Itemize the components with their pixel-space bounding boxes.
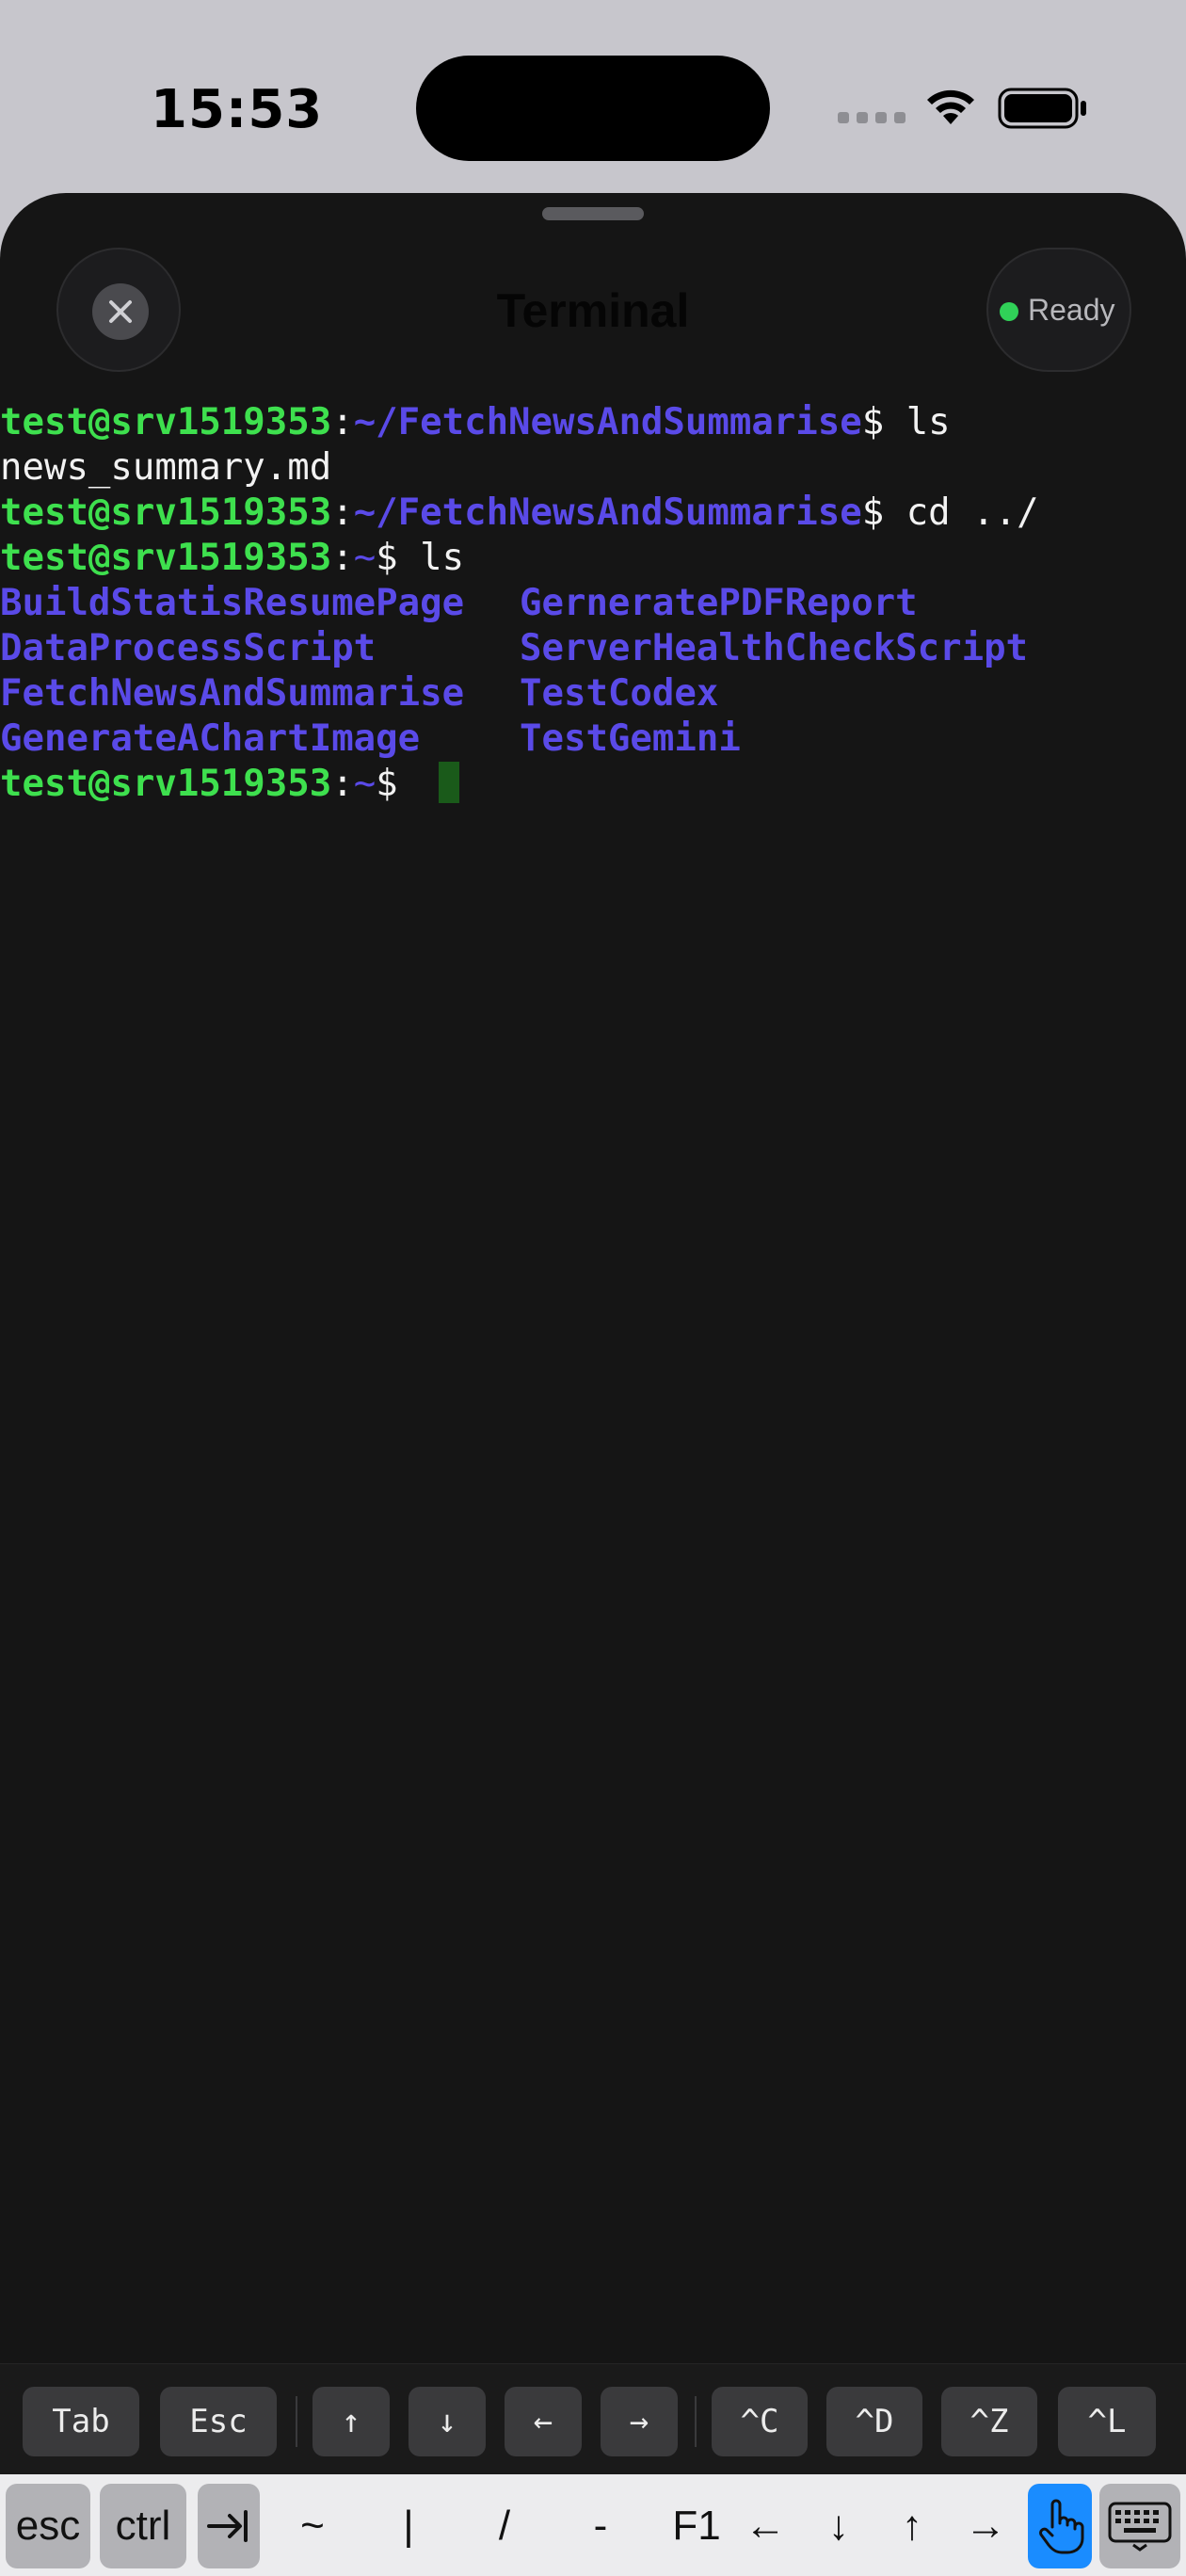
ctrl-z-key[interactable]: ^Z [941,2387,1037,2456]
arrow-down-key[interactable]: ↓ [409,2387,486,2456]
wifi-icon [927,89,974,124]
connection-status-label: Ready [1028,293,1115,327]
terminal-prompt-line: test@srv1519353:~$ [0,762,460,807]
directory-entry: GerneratePDFReport [520,582,918,624]
f1-key[interactable]: F1 [657,2484,736,2568]
clock: 15:53 [151,79,324,140]
esc-key[interactable]: Esc [160,2387,277,2456]
directory-entry: DataProcessScript [0,627,377,669]
key-separator [695,2396,697,2447]
arrow-left-key[interactable]: ← [505,2387,582,2456]
connection-status-badge: Ready [986,248,1131,372]
cellular-signal-icon [838,112,909,125]
directory-entry: BuildStatisResumePage [0,582,465,624]
ctrl-l-key[interactable]: ^L [1058,2387,1156,2456]
tab-key-accessory[interactable] [198,2484,260,2568]
esc-key-accessory[interactable]: esc [6,2484,90,2568]
right-arrow-key[interactable]: → [951,2484,1020,2568]
tilde-key[interactable]: ~ [273,2484,352,2568]
terminal-line: test@srv1519353:~$ ls [0,537,465,579]
arrow-up-key[interactable]: ↑ [313,2387,390,2456]
directory-entry: GenerateAChartImage [0,717,421,760]
down-arrow-key[interactable]: ↓ [804,2484,873,2568]
tab-arrow-icon [207,2510,248,2542]
directory-entry: TestGemini [520,717,741,760]
slash-key[interactable]: / [465,2484,544,2568]
left-arrow-key[interactable]: ← [730,2484,800,2568]
keyboard-icon [1108,2502,1172,2552]
keyboard-accessory-bar: esc ctrl ~ | / - F1 ← ↓ ↑ → [0,2474,1186,2576]
tab-key[interactable]: Tab [23,2387,139,2456]
directory-entry: ServerHealthCheckScript [520,627,1029,669]
touch-mode-button[interactable] [1028,2484,1092,2568]
ctrl-c-key[interactable]: ^C [712,2387,808,2456]
terminal-sheet: Terminal Ready test@srv1519353:~/FetchNe… [0,193,1186,2576]
terminal-cursor [439,762,460,803]
dash-key[interactable]: - [561,2484,640,2568]
extra-keys-bar: Tab Esc ↑ ↓ ← → ^C ^D ^Z ^L [0,2363,1186,2474]
hand-pointer-icon [1039,2499,1084,2554]
battery-icon [998,88,1086,129]
arrow-right-key[interactable]: → [601,2387,678,2456]
directory-entry: TestCodex [520,672,719,715]
key-separator [296,2396,297,2447]
up-arrow-key[interactable]: ↑ [877,2484,947,2568]
directory-entry: FetchNewsAndSummarise [0,672,465,715]
keyboard-toggle-button[interactable] [1099,2484,1180,2568]
terminal-line: test@srv1519353:~/FetchNewsAndSummarise$… [0,491,1039,534]
dynamic-island [416,56,770,161]
sheet-grabber[interactable] [542,207,644,220]
status-bar: 15:53 [0,0,1186,193]
ctrl-key-accessory[interactable]: ctrl [100,2484,186,2568]
status-dot-icon [1000,302,1018,321]
terminal-line: test@srv1519353:~/FetchNewsAndSummarise$… [0,401,951,443]
terminal-line: news_summary.md [0,446,332,489]
terminal-output[interactable]: test@srv1519353:~/FetchNewsAndSummarise$… [0,400,1186,1624]
pipe-key[interactable]: | [369,2484,448,2568]
ctrl-d-key[interactable]: ^D [826,2387,922,2456]
